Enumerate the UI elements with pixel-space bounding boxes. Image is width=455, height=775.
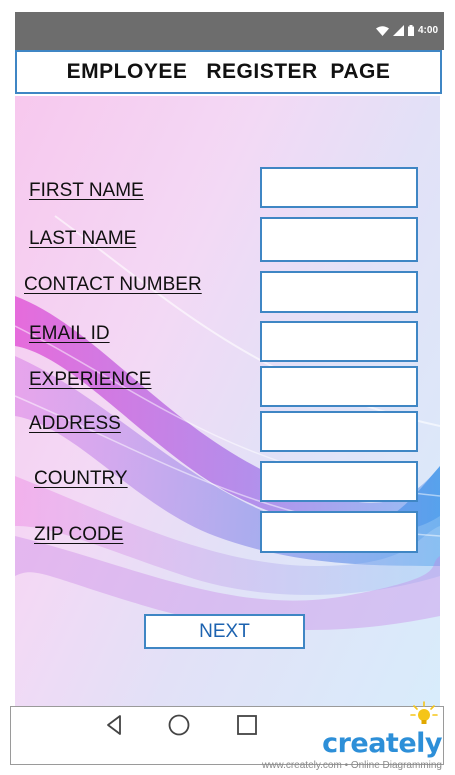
last-name-label: LAST NAME bbox=[29, 228, 137, 249]
address-label: ADDRESS bbox=[29, 413, 121, 434]
signal-icon bbox=[392, 25, 404, 36]
zip-code-label: ZIP CODE bbox=[34, 524, 124, 545]
recents-square-icon[interactable] bbox=[236, 713, 258, 737]
back-triangle-icon[interactable] bbox=[105, 713, 123, 737]
zip-code-input[interactable] bbox=[260, 511, 418, 553]
email-id-input[interactable] bbox=[260, 321, 418, 362]
experience-label: EXPERIENCE bbox=[29, 369, 152, 390]
address-input[interactable] bbox=[260, 411, 418, 452]
battery-icon bbox=[407, 25, 414, 36]
contact-number-input[interactable] bbox=[260, 271, 418, 313]
creately-tagline: www.creately.com • Online Diagramming bbox=[261, 760, 442, 771]
country-input[interactable] bbox=[260, 461, 418, 502]
first-name-input[interactable] bbox=[260, 167, 418, 208]
home-circle-icon[interactable] bbox=[167, 713, 191, 737]
page-header: EMPLOYEE REGISTER PAGE bbox=[15, 50, 442, 94]
status-time: 4:00 bbox=[417, 25, 438, 36]
next-button[interactable]: NEXT bbox=[144, 614, 305, 649]
country-label: COUNTRY bbox=[34, 468, 128, 489]
creately-watermark: creately www.creately.com • Online Diagr… bbox=[261, 728, 443, 772]
creately-logo: creately bbox=[322, 728, 442, 759]
experience-input[interactable] bbox=[260, 366, 418, 407]
form-area: FIRST NAME LAST NAME CONTACT NUMBER EMAI… bbox=[15, 96, 440, 707]
email-id-label: EMAIL ID bbox=[29, 323, 110, 344]
first-name-label: FIRST NAME bbox=[29, 180, 144, 201]
contact-number-label: CONTACT NUMBER bbox=[24, 274, 202, 295]
last-name-input[interactable] bbox=[260, 217, 418, 262]
status-icons: 4:00 bbox=[375, 25, 438, 36]
phone-frame: 4:00 EMPLOYEE REGISTER PAGE FIRST NAME L… bbox=[10, 12, 444, 765]
status-bar: 4:00 bbox=[15, 12, 444, 50]
lightbulb-icon bbox=[410, 701, 438, 724]
wifi-icon bbox=[375, 25, 389, 36]
page-title: EMPLOYEE REGISTER PAGE bbox=[66, 60, 391, 83]
